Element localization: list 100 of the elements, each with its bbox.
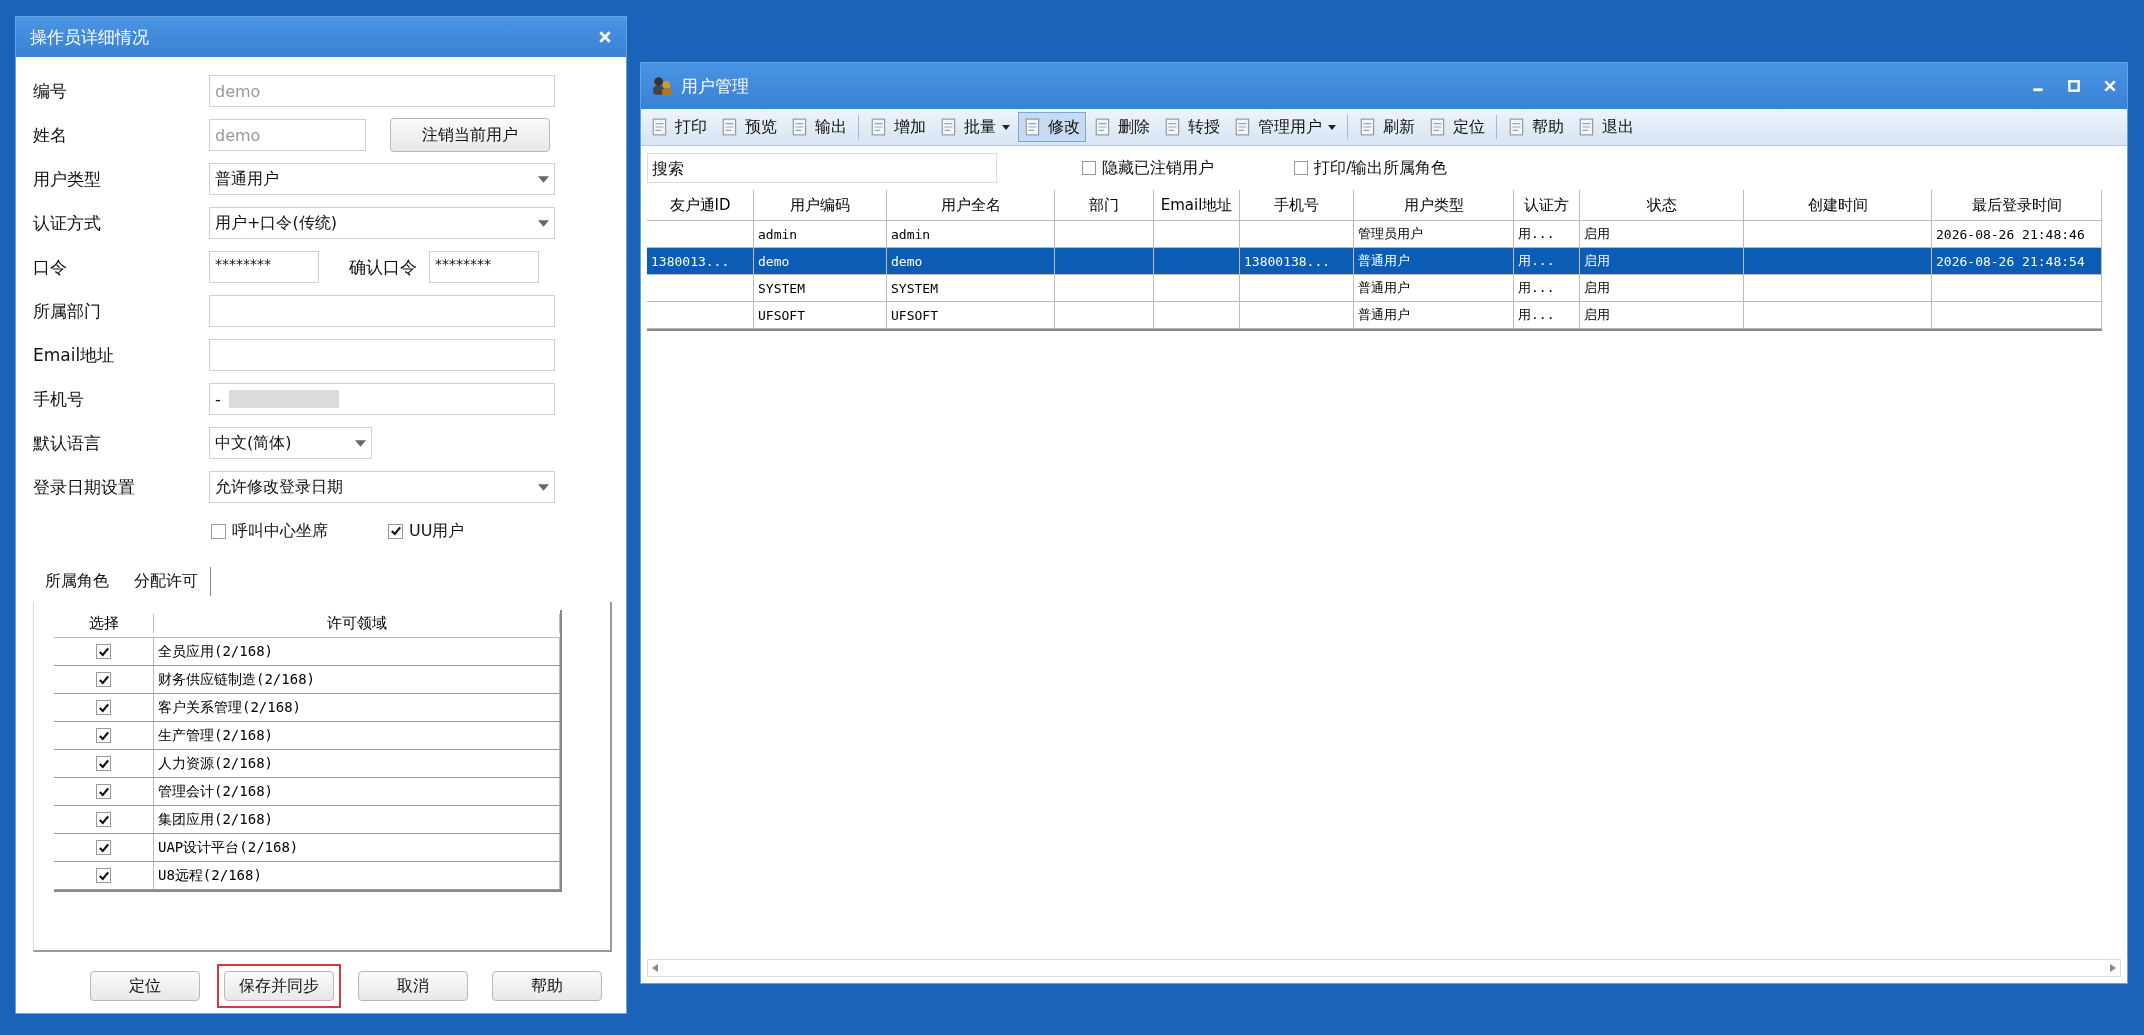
table-cell: 财务供应链制造(2/168)	[154, 666, 560, 693]
toolbar-button[interactable]: 转授	[1158, 112, 1226, 142]
table-cell: U8远程(2/168)	[154, 862, 560, 889]
checkbox-option[interactable]: 隐藏已注销用户	[1082, 157, 1214, 179]
field-label: 登录日期设置	[33, 475, 136, 499]
caret-icon	[538, 219, 549, 227]
column-header: 选择	[54, 614, 154, 633]
close-icon[interactable]	[598, 30, 612, 44]
column-header[interactable]: 友户通ID	[647, 190, 754, 220]
document-icon	[1024, 118, 1042, 136]
toolbar-button[interactable]: 刷新	[1353, 112, 1421, 142]
table-row[interactable]: 1380013... demo demo 13800138... 普通用户 用... 启用 2026-08-26 21:48:54	[647, 248, 2102, 275]
checkbox[interactable]	[96, 728, 111, 743]
checkbox[interactable]	[1294, 161, 1308, 175]
checkbox-option[interactable]: 打印/输出所属角色	[1294, 157, 1448, 179]
checkbox-option[interactable]: UU用户	[388, 520, 465, 542]
column-header[interactable]: 部门	[1055, 190, 1154, 220]
table-cell: 2026-08-26 21:48:46	[1936, 226, 2085, 242]
column-header[interactable]: 最后登录时间	[1932, 190, 2102, 220]
checkbox-option[interactable]: 呼叫中心坐席	[211, 520, 328, 542]
checkbox[interactable]	[96, 784, 111, 799]
checkbox[interactable]	[96, 644, 111, 659]
toolbar-button[interactable]: 输出	[785, 112, 853, 142]
horizontal-scrollbar[interactable]	[647, 959, 2121, 977]
dialog-button[interactable]: 保存并同步	[224, 971, 334, 1001]
phone-field[interactable]: -	[209, 383, 555, 415]
dropdown-field[interactable]: 允许修改登录日期	[209, 471, 555, 503]
column-header[interactable]: 手机号	[1240, 190, 1354, 220]
right-arrow-icon[interactable]	[2110, 964, 2116, 972]
column-header[interactable]: 状态	[1580, 190, 1744, 220]
toolbar-button[interactable]: 修改	[1018, 112, 1086, 142]
caret-icon	[538, 483, 549, 491]
table-cell: admin	[891, 226, 931, 242]
table-row[interactable]: UFSOFT UFSOFT 普通用户 用... 启用	[647, 302, 2102, 329]
checkbox[interactable]	[1082, 161, 1096, 175]
table-cell: 客户关系管理(2/168)	[154, 694, 560, 721]
field-label: 姓名	[33, 123, 68, 147]
left-arrow-icon[interactable]	[652, 964, 658, 972]
caret-icon	[1328, 124, 1336, 130]
table-cell: 全员应用(2/168)	[154, 638, 560, 665]
maximize-icon[interactable]	[2067, 79, 2081, 93]
toolbar-button[interactable]: 退出	[1572, 112, 1640, 142]
checkbox[interactable]	[96, 756, 111, 771]
field-label: 编号	[33, 79, 68, 103]
column-header: 许可领域	[154, 614, 560, 633]
toolbar-button[interactable]: 删除	[1088, 112, 1156, 142]
dialog-button[interactable]: 帮助	[492, 971, 602, 1001]
tab[interactable]: 所属角色	[33, 567, 122, 596]
toolbar-button[interactable]: 预览	[715, 112, 783, 142]
checkbox[interactable]	[96, 672, 111, 687]
password-field[interactable]: ********	[209, 251, 319, 283]
column-header[interactable]: 用户编码	[754, 190, 887, 220]
toolbar-button[interactable]: 定位	[1423, 112, 1491, 142]
field-label: 手机号	[33, 387, 85, 411]
document-icon	[940, 118, 958, 136]
checkbox[interactable]	[96, 868, 111, 883]
toolbar-button[interactable]: 打印	[645, 112, 713, 142]
document-icon	[1164, 118, 1182, 136]
column-header[interactable]: 用户全名	[887, 190, 1055, 220]
checkbox[interactable]	[96, 812, 111, 827]
window-title: 操作员详细情况	[30, 25, 149, 49]
checkbox[interactable]	[96, 840, 111, 855]
caret-icon	[538, 175, 549, 183]
search-field[interactable]: 搜索	[647, 153, 997, 183]
table-cell: UFSOFT	[758, 307, 805, 323]
dialog-button[interactable]: 定位	[90, 971, 200, 1001]
dropdown-field[interactable]: 中文(简体)	[209, 427, 372, 459]
table-cell: 启用	[1584, 252, 1610, 270]
checkbox[interactable]	[211, 523, 226, 539]
toolbar-button[interactable]: 批量	[934, 112, 1016, 142]
password-field[interactable]: ********	[429, 251, 539, 283]
caret-icon	[1002, 124, 1010, 130]
field-label: 用户类型	[33, 167, 102, 191]
table-row[interactable]: SYSTEM SYSTEM 普通用户 用... 启用	[647, 275, 2102, 302]
table-cell: demo	[891, 253, 923, 269]
text-field[interactable]	[209, 339, 555, 371]
table-cell: 启用	[1584, 306, 1610, 324]
column-header[interactable]: 用户类型	[1354, 190, 1514, 220]
table-cell: 集团应用(2/168)	[154, 806, 560, 833]
field-label: 默认语言	[33, 431, 102, 455]
checkbox[interactable]	[388, 523, 403, 539]
table-cell: 2026-08-26 21:48:54	[1936, 253, 2085, 269]
toolbar-button[interactable]: 增加	[864, 112, 932, 142]
column-header[interactable]: 创建时间	[1744, 190, 1932, 220]
dropdown-field[interactable]: 普通用户	[209, 163, 555, 195]
text-field[interactable]	[209, 295, 555, 327]
toolbar-button[interactable]: 管理用户	[1228, 112, 1342, 142]
users-icon	[651, 75, 673, 97]
toolbar-button[interactable]: 帮助	[1502, 112, 1570, 142]
column-header[interactable]: Email地址	[1154, 190, 1240, 220]
caret-icon	[355, 439, 366, 447]
table-cell: 用...	[1518, 252, 1555, 270]
window-title: 用户管理	[681, 74, 749, 98]
dialog-button[interactable]: 取消	[358, 971, 468, 1001]
close-icon[interactable]	[2103, 79, 2117, 93]
column-header[interactable]: 认证方	[1514, 190, 1580, 220]
field-label: Email地址	[33, 343, 116, 367]
field-label: 所属部门	[33, 299, 102, 323]
dropdown-field[interactable]: 用户+口令(传统)	[209, 207, 555, 239]
checkbox[interactable]	[96, 700, 111, 715]
